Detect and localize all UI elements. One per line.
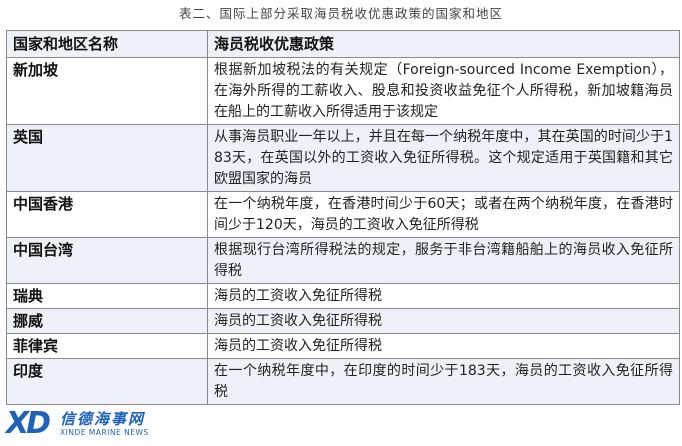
region-cell: 英国	[6, 124, 208, 192]
policy-cell: 海员的工资收入免征所得税	[207, 333, 680, 359]
table-row: 中国台湾 根据现行台湾所得税法的规定，服务于非台湾籍船舶上的海员收入免征所得税	[6, 237, 680, 284]
table-row: 印度 在一个纳税年度中，在印度的时间少于183天，海员的工资收入免征所得税	[6, 358, 680, 405]
region-cell: 中国香港	[6, 191, 208, 238]
policy-cell: 海员的工资收入免征所得税	[207, 308, 680, 334]
region-cell: 新加坡	[6, 57, 208, 125]
header-policy: 海员税收优惠政策	[207, 30, 680, 58]
region-cell: 中国台湾	[6, 237, 208, 284]
xinde-watermark-logo: XD 信德海事网 XINDE MARINE NEWS	[6, 406, 166, 442]
region-cell: 菲律宾	[6, 333, 208, 359]
table-row: 新加坡 根据新加坡税法的有关规定（Foreign-sourced Income …	[6, 57, 680, 125]
table-row: 菲律宾 海员的工资收入免征所得税	[6, 333, 680, 359]
logo-mark: XD	[6, 406, 51, 441]
logo-name-en: XINDE MARINE NEWS	[60, 428, 149, 437]
policy-cell: 在一个纳税年度中，在印度的时间少于183天，海员的工资收入免征所得税	[207, 358, 680, 405]
header-region: 国家和地区名称	[6, 30, 208, 58]
policy-cell: 根据新加坡税法的有关规定（Foreign-sourced Income Exem…	[207, 57, 680, 125]
table-row: 挪威 海员的工资收入免征所得税	[6, 308, 680, 334]
table-row: 中国香港 在一个纳税年度，在香港时间少于60天；或者在两个纳税年度，在香港时间少…	[6, 191, 680, 238]
region-cell: 印度	[6, 358, 208, 405]
logo-name-cn: 信德海事网	[60, 410, 146, 428]
seafarer-tax-table: 国家和地区名称 海员税收优惠政策 新加坡 根据新加坡税法的有关规定（Foreig…	[6, 30, 680, 405]
policy-cell: 在一个纳税年度，在香港时间少于60天；或者在两个纳税年度，在香港时间少于120天…	[207, 191, 680, 238]
policy-cell: 根据现行台湾所得税法的规定，服务于非台湾籍船舶上的海员收入免征所得税	[207, 237, 680, 284]
table-caption: 表二、国际上部分采取海员税收优惠政策的国家和地区	[178, 6, 503, 21]
region-cell: 瑞典	[6, 283, 208, 309]
header-row: 国家和地区名称 海员税收优惠政策	[6, 30, 680, 58]
policy-cell: 从事海员职业一年以上，并且在每一个纳税年度中，其在英国的时间少于183天，在英国…	[207, 124, 680, 192]
table-row: 瑞典 海员的工资收入免征所得税	[6, 283, 680, 309]
table-row: 英国 从事海员职业一年以上，并且在每一个纳税年度中，其在英国的时间少于183天，…	[6, 124, 680, 192]
region-cell: 挪威	[6, 308, 208, 334]
policy-cell: 海员的工资收入免征所得税	[207, 283, 680, 309]
